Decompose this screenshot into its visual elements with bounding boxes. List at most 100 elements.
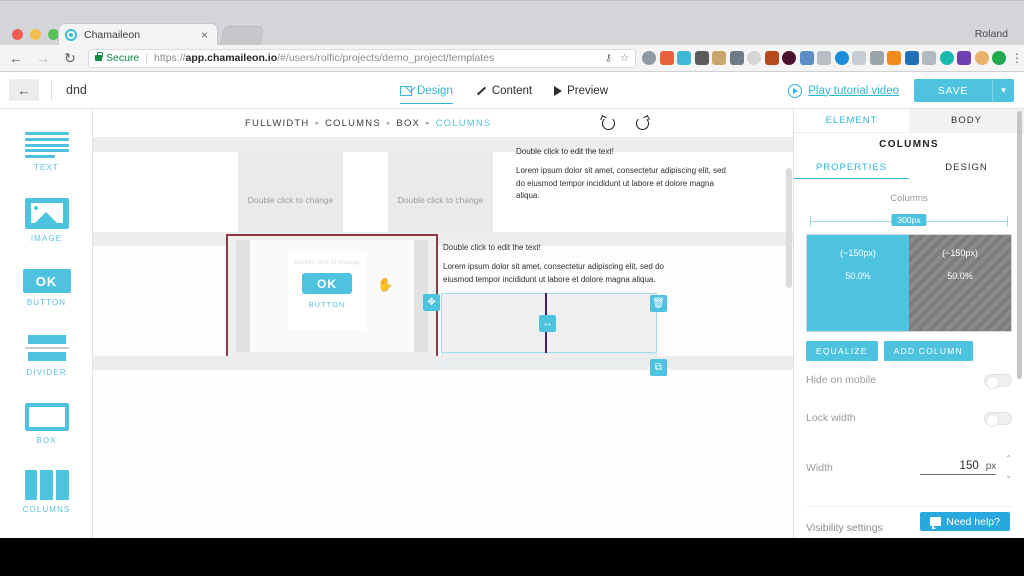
ext-window-icon[interactable] [799,51,814,65]
palette-item-text[interactable]: TEXT [0,118,93,186]
palette-item-box[interactable]: BOX [0,390,93,458]
palette-item-box-label: BOX [36,436,57,445]
palette-item-image[interactable]: IMAGE [0,186,93,254]
drag-ghost-type-label: BUTTON [308,300,346,309]
move-handle[interactable]: ✥ [423,294,440,311]
ext-green-icon[interactable] [992,51,1006,65]
undo-icon[interactable] [601,116,615,130]
ext-colorpicker-icon[interactable] [677,51,691,65]
add-column-button[interactable]: ADD COLUMN [883,341,973,361]
drag-ghost-faint-text: Double click to change [294,259,360,266]
duplicate-element-button[interactable]: ⧉ [650,359,667,376]
page-title: dnd [66,83,87,97]
browser-menu-icon[interactable]: ⋮ [1010,52,1024,64]
ext-select-icon[interactable] [694,51,709,65]
element-palette: TEXT IMAGE OK BUTTON DIVIDER BOX COLUMNS [0,109,93,538]
column-width-widget[interactable]: (~150px) 50.0% (~150px) 50.0% [806,234,1012,332]
drag-ghost-ok-button: OK [302,273,352,294]
width-value: 150 [959,460,979,472]
ext-mailgray-icon[interactable] [869,51,884,65]
row2-text[interactable]: Double click to edit the text! Lorem ips… [443,242,668,286]
width-input[interactable]: 150 px [920,460,997,475]
ext-flag-icon[interactable] [764,51,779,65]
ext-dot-icon[interactable] [747,51,761,65]
tutorial-label: Play tutorial video [808,84,899,97]
browser-tab-title: Chamaileon [84,29,141,41]
row1-text[interactable]: Double click to edit the text! Lorem ips… [516,146,736,203]
chat-icon [930,517,942,529]
hide-on-mobile-toggle[interactable] [984,373,1012,389]
address-bar-url: https://app.chamaileon.io/#/users/rolfic… [154,52,495,64]
browser-tab[interactable]: Chamaileon × [58,23,218,46]
ext-clip-icon[interactable] [817,51,831,65]
breadcrumb-item-box[interactable]: BOX [396,118,420,129]
ext-globe-icon[interactable] [642,51,656,65]
editor-back-button[interactable]: ← [9,79,39,101]
lock-width-toggle[interactable] [984,411,1012,427]
column-resize-handle[interactable]: ↔ [539,315,556,332]
reload-icon[interactable]: ↻ [59,47,81,69]
panel-scrollbar[interactable] [1017,111,1022,379]
tab-content[interactable]: Content [475,72,532,109]
ext-bank-icon[interactable] [712,51,726,65]
redo-icon[interactable] [635,116,649,130]
ext-screen-icon[interactable] [904,51,919,65]
ext-frame-icon[interactable] [957,51,971,65]
ext-orange-gear-icon[interactable] [887,51,901,65]
stepper-down-icon[interactable]: ⌄ [1005,472,1012,480]
browser-titlebar: Chamaileon × Roland [0,0,1024,46]
drop-zone-left-col [236,240,250,352]
tab-properties[interactable]: PROPERTIES [794,156,909,179]
palette-item-columns[interactable]: COLUMNS [0,458,93,526]
canvas-area: FULLWIDTH ▸ COLUMNS ▸ BOX ▸ COLUMNS Doub [93,109,1024,538]
back-arrow-icon[interactable]: ← [5,47,27,69]
save-button[interactable]: SAVE [914,79,992,102]
canvas-scrollbar[interactable] [786,168,792,288]
save-dropdown-caret-icon[interactable]: ▾ [992,79,1014,102]
close-window-button[interactable] [12,29,23,40]
ext-bulb-icon[interactable] [974,51,989,65]
email-canvas[interactable]: Double click to change Double click to c… [93,138,1024,538]
delete-element-button[interactable]: 🗑 [650,295,667,312]
breadcrumb-item-fullwidth[interactable]: FULLWIDTH [245,118,309,129]
breadcrumb-item-columns-active[interactable]: COLUMNS [436,118,492,129]
tab-body[interactable]: BODY [909,109,1024,132]
ext-dark-icon[interactable] [782,51,796,65]
close-icon[interactable]: × [198,29,211,41]
column-2-block[interactable]: (~150px) 50.0% [909,235,1011,331]
tab-design[interactable]: Design [400,72,453,109]
new-tab-button[interactable] [219,26,265,46]
breadcrumb-item-columns[interactable]: COLUMNS [325,118,381,129]
equalize-button[interactable]: EQUALIZE [806,341,878,361]
forward-arrow-icon: → [36,50,50,66]
need-help-button[interactable]: Need help? [920,512,1010,531]
ext-teal-icon[interactable] [939,51,954,65]
header-divider [51,80,52,100]
star-icon[interactable]: ☆ [620,53,629,64]
ext-pin-icon[interactable] [659,51,674,65]
column-1-percent: 50.0% [845,271,871,281]
panel-scope-tabs: ELEMENT BODY [794,109,1024,133]
minimize-window-button[interactable] [30,29,41,40]
window-controls [12,29,59,40]
ext-book-icon[interactable] [852,51,866,65]
palette-item-divider[interactable]: DIVIDER [0,322,93,390]
palette-item-button[interactable]: OK BUTTON [0,254,93,322]
tab-design-panel[interactable]: DESIGN [909,156,1024,179]
tab-element[interactable]: ELEMENT [794,109,909,132]
stepper-up-icon[interactable]: ⌃ [1005,455,1012,463]
play-tutorial-video-link[interactable]: Play tutorial video [788,72,899,109]
row2-text-heading: Double click to edit the text! [443,243,541,252]
column-1-block[interactable]: (~150px) 50.0% [807,235,909,331]
column-2-px: (~150px) [942,248,978,258]
ext-envelope-icon[interactable] [922,51,936,65]
tab-preview[interactable]: Preview [554,72,608,109]
ext-note-icon[interactable] [729,51,744,65]
address-bar[interactable]: Secure | https://app.chamaileon.io/#/use… [88,48,636,68]
key-icon[interactable]: ⚷ [605,53,612,64]
ext-blue-icon[interactable] [834,51,849,65]
tab-design-label: Design [417,84,453,97]
width-stepper[interactable]: ⌃ ⌄ [1005,455,1012,480]
browser-profile-name[interactable]: Roland [975,28,1008,40]
history-controls [601,116,649,130]
